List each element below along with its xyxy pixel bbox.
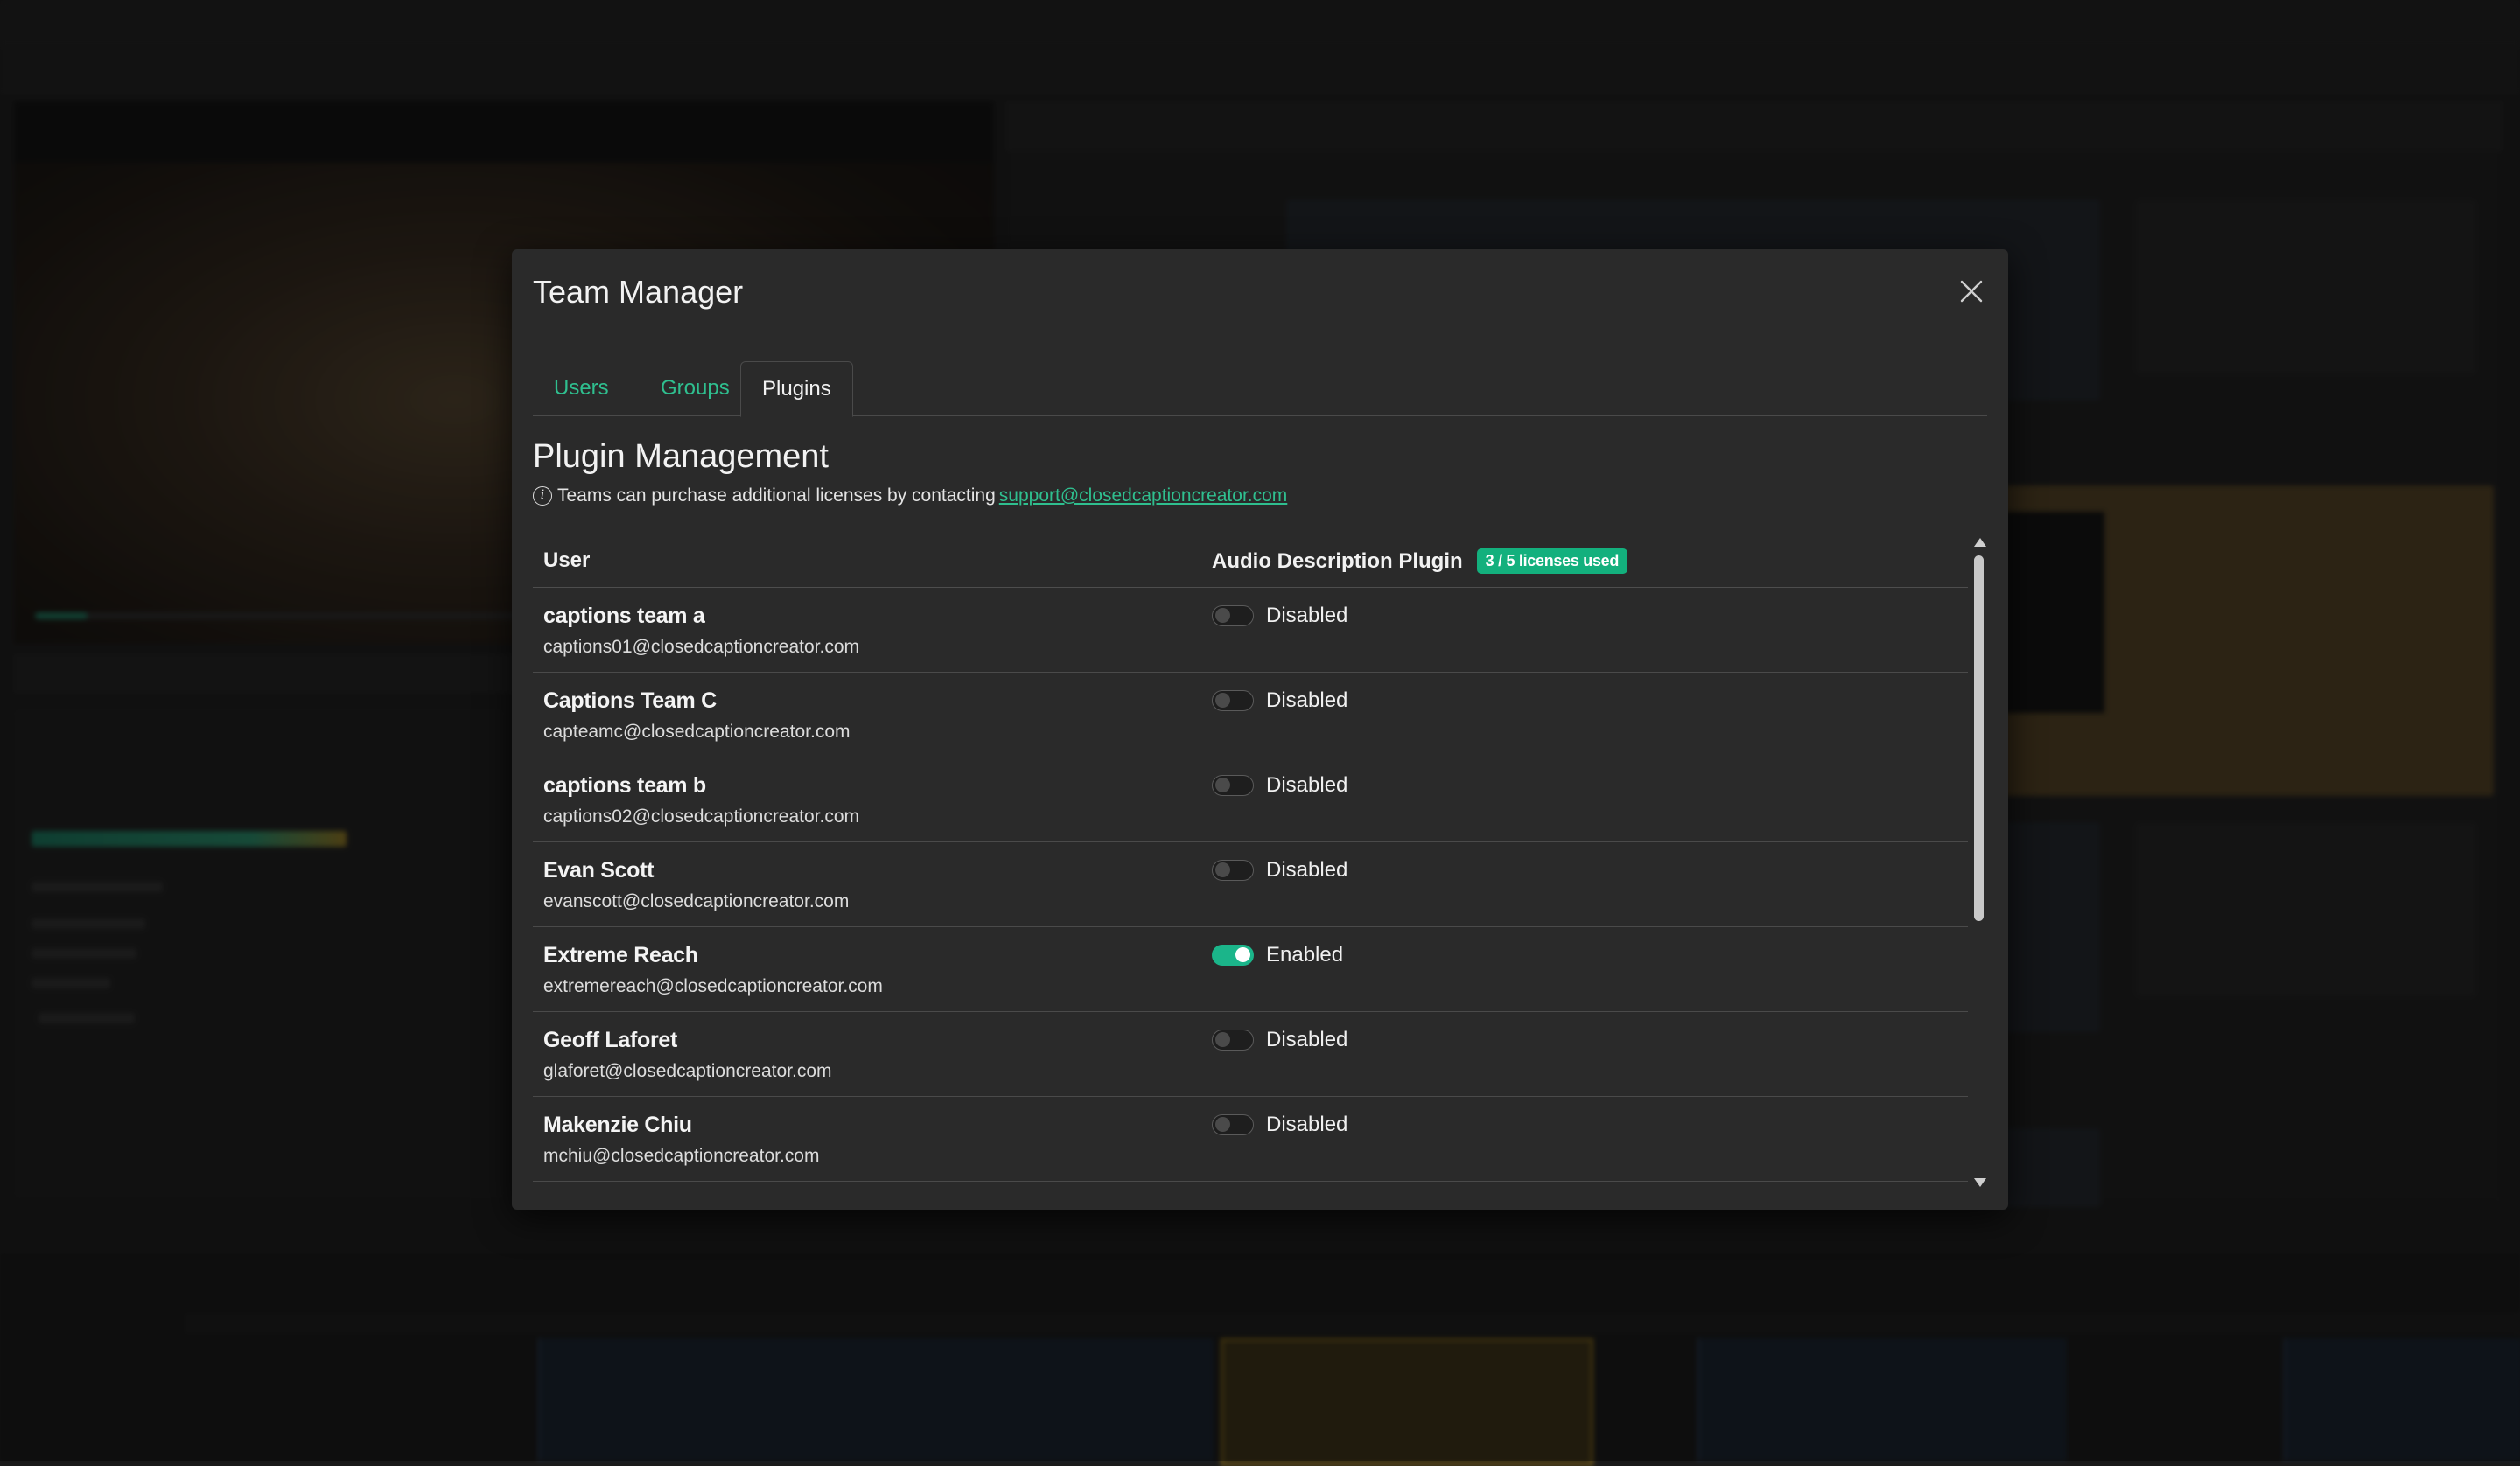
toggle-status: Disabled — [1266, 1028, 1348, 1051]
tab-groups[interactable]: Groups — [640, 361, 751, 415]
toggle-switch[interactable] — [1212, 860, 1254, 881]
user-name: captions team b — [543, 773, 706, 798]
toggle-knob — [1236, 947, 1250, 962]
toggle-knob — [1215, 862, 1230, 877]
user-email: captions02@closedcaptioncreator.com — [543, 806, 860, 827]
modal-header: Team Manager — [512, 249, 2008, 339]
team-manager-modal: Team Manager Users Groups Plugins Plugin… — [512, 249, 2008, 1210]
user-name: Evan Scott — [543, 858, 654, 883]
table-row: captions team a captions01@closedcaption… — [533, 588, 1968, 673]
toggle-knob — [1215, 693, 1230, 708]
tab-users[interactable]: Users — [533, 361, 630, 415]
plugin-toggle[interactable]: Enabled — [1212, 943, 1343, 967]
user-email: extremereach@closedcaptioncreator.com — [543, 976, 883, 996]
plugin-toggle[interactable]: Disabled — [1212, 1028, 1348, 1052]
toggle-knob — [1215, 778, 1230, 792]
table-row: captions team b captions02@closedcaption… — [533, 757, 1968, 842]
scroll-down-arrow-icon[interactable] — [1974, 1178, 1986, 1187]
plugin-table: User Audio Description Plugin 3 / 5 lice… — [533, 534, 1987, 1190]
user-email: evanscott@closedcaptioncreator.com — [543, 891, 850, 911]
toggle-status: Enabled — [1266, 943, 1344, 967]
toggle-switch[interactable] — [1212, 775, 1254, 796]
user-email: glaforet@closedcaptioncreator.com — [543, 1061, 832, 1081]
license-info-text: Teams can purchase additional licenses b… — [557, 485, 996, 506]
toggle-switch[interactable] — [1212, 1030, 1254, 1051]
scroll-up-arrow-icon[interactable] — [1974, 538, 1986, 547]
plugin-toggle[interactable]: Disabled — [1212, 858, 1348, 883]
toggle-switch[interactable] — [1212, 605, 1254, 626]
plugin-toggle[interactable]: Disabled — [1212, 773, 1348, 798]
table-row: Geoff Laforet glaforet@closedcaptioncrea… — [533, 1012, 1968, 1097]
modal-title: Team Manager — [533, 274, 744, 310]
plugin-toggle[interactable]: Disabled — [1212, 604, 1348, 628]
user-name: captions team a — [543, 604, 705, 628]
close-button[interactable] — [1954, 274, 1989, 309]
close-icon — [1960, 280, 1983, 303]
toggle-knob — [1215, 1032, 1230, 1047]
table-row: Extreme Reach extremereach@closedcaption… — [533, 927, 1968, 1012]
toggle-switch[interactable] — [1212, 945, 1254, 966]
toggle-status: Disabled — [1266, 858, 1348, 882]
support-email-link[interactable]: support@closedcaptioncreator.com — [999, 485, 1288, 506]
user-name: Geoff Laforet — [543, 1028, 678, 1052]
section-title: Plugin Management — [533, 438, 829, 475]
user-name: Makenzie Chiu — [543, 1113, 692, 1137]
column-header-user: User — [543, 548, 591, 572]
user-email: captions01@closedcaptioncreator.com — [543, 637, 860, 657]
column-header-plugin: Audio Description Plugin 3 / 5 licenses … — [1212, 548, 1628, 574]
user-email: capteamc@closedcaptioncreator.com — [543, 722, 850, 742]
toggle-status: Disabled — [1266, 688, 1348, 712]
user-name: Captions Team C — [543, 688, 717, 713]
toggle-knob — [1215, 1117, 1230, 1132]
toggle-status: Disabled — [1266, 773, 1348, 797]
table-row: Evan Scott evanscott@closedcaptioncreato… — [533, 842, 1968, 927]
license-count-badge: 3 / 5 licenses used — [1476, 548, 1628, 574]
toggle-status: Disabled — [1266, 604, 1348, 627]
table-header: User Audio Description Plugin 3 / 5 lice… — [533, 534, 1968, 588]
table-row: Makenzie Chiu mchiu@closedcaptioncreator… — [533, 1097, 1968, 1182]
toggle-knob — [1215, 608, 1230, 623]
column-header-plugin-label: Audio Description Plugin — [1212, 548, 1463, 573]
license-info: i Teams can purchase additional licenses… — [533, 485, 1287, 506]
toggle-switch[interactable] — [1212, 690, 1254, 711]
info-circle-icon: i — [533, 486, 552, 506]
plugin-toggle[interactable]: Disabled — [1212, 1113, 1348, 1137]
toggle-status: Disabled — [1266, 1113, 1348, 1136]
table-scrollbar[interactable] — [1970, 534, 1987, 1190]
user-email: mchiu@closedcaptioncreator.com — [543, 1146, 820, 1166]
scroll-thumb[interactable] — [1974, 555, 1984, 921]
toggle-switch[interactable] — [1212, 1114, 1254, 1135]
user-name: Extreme Reach — [543, 943, 698, 967]
table-row: Captions Team C capteamc@closedcaptioncr… — [533, 673, 1968, 757]
tab-bar: Users Groups Plugins — [533, 361, 1987, 417]
plugin-toggle[interactable]: Disabled — [1212, 688, 1348, 713]
tab-plugins[interactable]: Plugins — [740, 361, 853, 417]
